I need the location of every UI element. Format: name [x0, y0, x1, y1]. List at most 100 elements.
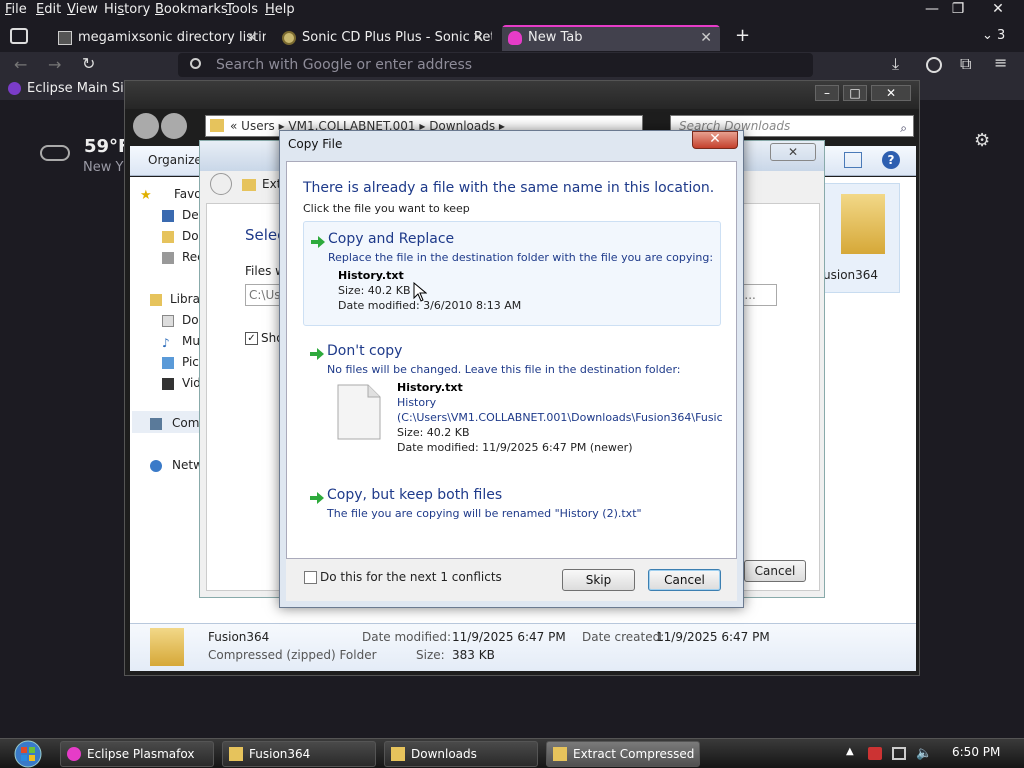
- gear-icon[interactable]: ⚙: [974, 130, 990, 151]
- details-created-label: Date created:: [582, 630, 665, 644]
- tab-close-icon[interactable]: ✕: [700, 25, 712, 51]
- menu-bookmarks[interactable]: Bookmarks: [155, 2, 228, 17]
- new-tab-plus-icon[interactable]: +: [735, 25, 750, 46]
- minimize-icon[interactable]: –: [815, 85, 839, 101]
- details-created: 11/9/2025 6:47 PM: [656, 630, 770, 644]
- show-files-checkbox[interactable]: ✓: [245, 332, 258, 345]
- tab-close-icon[interactable]: ✕: [246, 25, 258, 51]
- taskbar-downloads[interactable]: Downloads: [384, 741, 538, 767]
- green-arrow-icon: [311, 236, 325, 248]
- close-icon[interactable]: ✕: [982, 0, 1014, 20]
- tab-overview-icon[interactable]: [10, 28, 28, 44]
- desktop-icon: [162, 210, 174, 222]
- tab-sonic-cd[interactable]: Sonic CD Plus Plus - Sonic Retro ✕: [276, 25, 492, 51]
- chevron-down-icon: ⌄: [982, 28, 993, 43]
- sonic-retro-icon: [282, 31, 296, 45]
- help-icon[interactable]: ?: [882, 151, 900, 169]
- star-icon: ★: [140, 188, 152, 203]
- organize-button[interactable]: Organize: [148, 153, 202, 167]
- url-placeholder: Search with Google or enter address: [216, 57, 473, 73]
- nav-libraries[interactable]: Libra: [170, 292, 200, 306]
- download-icon[interactable]: ⤓: [892, 54, 899, 74]
- menu-view[interactable]: View: [67, 2, 98, 17]
- restore-icon[interactable]: ❐: [942, 0, 974, 20]
- menu-history[interactable]: History: [104, 2, 150, 17]
- option-keep-both[interactable]: Copy, but keep both files The file you a…: [303, 478, 721, 522]
- back-arrow-icon[interactable]: [133, 113, 159, 139]
- file-item-fusion364[interactable]: usion364: [820, 183, 900, 293]
- skip-button[interactable]: Skip: [562, 569, 635, 591]
- taskbar-extract-compressed[interactable]: Extract Compressed (...: [546, 741, 700, 767]
- file-path: (C:\Users\VM1.COLLABNET.001\Downloads\Fu…: [397, 411, 723, 424]
- dialog-body: There is already a file with the same na…: [286, 161, 737, 559]
- nav-computer[interactable]: Com: [172, 416, 199, 430]
- page-icon: [58, 31, 72, 45]
- action-center-icon[interactable]: [868, 747, 882, 760]
- plasmafox-icon: [67, 747, 81, 761]
- menu-help[interactable]: Help: [265, 2, 295, 17]
- zip-folder-icon: [150, 628, 184, 666]
- menu-icon[interactable]: ≡: [994, 53, 1007, 72]
- cloud-icon: [40, 145, 70, 161]
- dialog-subheading: Click the file you want to keep: [303, 202, 470, 215]
- zip-folder-icon: [841, 194, 885, 254]
- start-button[interactable]: [4, 739, 44, 768]
- eclipse-icon: [8, 82, 21, 95]
- plasmafox-icon: [508, 31, 522, 45]
- back-arrow-icon[interactable]: ←: [14, 55, 27, 74]
- tab-megamixsonic[interactable]: megamixsonic directory listing ✕: [52, 25, 266, 51]
- menu-tools[interactable]: Tools: [226, 2, 258, 17]
- taskbar-eclipse-plasmafox[interactable]: Eclipse Plasmafox: [60, 741, 214, 767]
- music-icon: ♪: [162, 336, 170, 350]
- maximize-icon[interactable]: □: [843, 85, 867, 101]
- taskbar-label: Extract Compressed (...: [573, 747, 699, 761]
- url-bar[interactable]: Search with Google or enter address: [178, 53, 813, 77]
- extract-cancel-button[interactable]: Cancel: [744, 560, 806, 582]
- tab-list-button[interactable]: ⌄ 3: [982, 28, 1005, 43]
- bookmark-eclipse-main-site[interactable]: Eclipse Main Site: [27, 81, 137, 96]
- tab-label: megamixsonic directory listing: [78, 30, 266, 45]
- file-name: History.txt: [338, 269, 404, 282]
- menu-edit[interactable]: Edit: [36, 2, 61, 17]
- close-icon[interactable]: ✕: [692, 131, 738, 149]
- folder-icon: [391, 747, 405, 761]
- back-arrow-icon[interactable]: [210, 173, 232, 195]
- option-desc: Replace the file in the destination fold…: [328, 251, 714, 264]
- account-icon[interactable]: [926, 57, 942, 73]
- nav-pictures[interactable]: Pic: [182, 355, 199, 369]
- cancel-button[interactable]: Cancel: [648, 569, 721, 591]
- libraries-icon: [150, 294, 162, 306]
- explorer-titlebar: – □ ✕: [125, 81, 919, 109]
- nav-music[interactable]: Mu: [182, 334, 200, 348]
- option-copy-and-replace[interactable]: Copy and Replace Replace the file in the…: [303, 221, 721, 326]
- documents-icon: [162, 315, 174, 327]
- forward-arrow-icon[interactable]: →: [48, 55, 61, 74]
- folder-icon: [229, 747, 243, 761]
- details-size: 383 KB: [452, 648, 495, 662]
- volume-icon[interactable]: 🔈: [916, 746, 932, 761]
- show-hidden-icons-icon[interactable]: ▲: [846, 746, 854, 757]
- close-icon[interactable]: ✕: [871, 85, 911, 101]
- menu-file[interactable]: File: [5, 2, 27, 17]
- nav-favorites[interactable]: Favo: [174, 187, 202, 201]
- weather-location: New Y: [83, 160, 124, 175]
- downloads-folder-icon: [162, 231, 174, 243]
- tab-count: 3: [997, 28, 1006, 43]
- search-icon: [190, 58, 201, 69]
- reload-icon[interactable]: ↻: [82, 54, 95, 73]
- tab-close-icon[interactable]: ✕: [472, 25, 484, 51]
- forward-arrow-icon[interactable]: [161, 113, 187, 139]
- taskbar-clock[interactable]: 6:50 PM: [952, 745, 1000, 759]
- computer-icon: [150, 418, 162, 430]
- tab-new-tab[interactable]: New Tab ✕: [502, 25, 720, 51]
- preview-pane-icon[interactable]: [844, 152, 862, 168]
- close-icon[interactable]: ✕: [770, 143, 816, 161]
- breadcrumb-users[interactable]: Users: [241, 119, 275, 133]
- file-item-label: usion364: [823, 268, 879, 282]
- option-title: Copy, but keep both files: [327, 487, 503, 503]
- taskbar-fusion364[interactable]: Fusion364: [222, 741, 376, 767]
- extensions-icon[interactable]: ⧉: [960, 54, 971, 74]
- conflicts-checkbox[interactable]: [304, 571, 317, 584]
- network-icon[interactable]: [892, 747, 906, 760]
- option-dont-copy[interactable]: Don't copy No files will be changed. Lea…: [303, 334, 723, 454]
